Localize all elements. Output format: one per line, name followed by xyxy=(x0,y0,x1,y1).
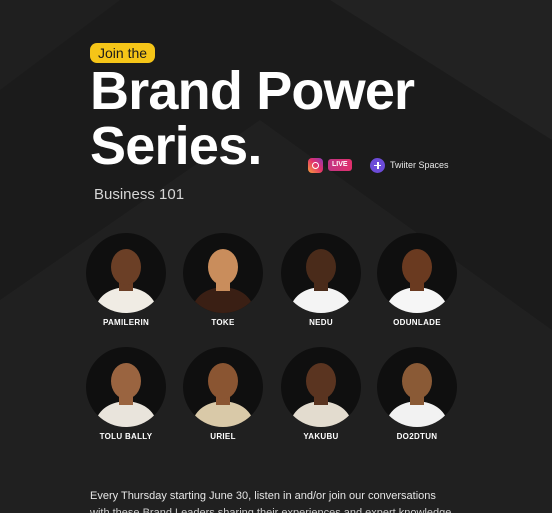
host-card: NEDU xyxy=(279,233,363,327)
join-badge: Join the xyxy=(90,43,156,63)
live-badge: LIVE xyxy=(328,159,352,171)
host-card: ODUNLADE xyxy=(375,233,459,327)
host-card: URIEL xyxy=(181,347,265,441)
description: Every Thursday starting June 30, listen … xyxy=(90,488,490,513)
host-card: TOKE xyxy=(181,233,265,327)
series-title: Brand Power Series. xyxy=(90,61,415,176)
host-card: YAKUBU xyxy=(279,347,363,441)
host-name: TOKE xyxy=(211,318,235,327)
host-name: NEDU xyxy=(309,318,333,327)
host-name: PAMILERIN xyxy=(102,318,150,327)
host-avatar xyxy=(377,233,457,313)
twitter-spaces: Twiiter Spaces xyxy=(370,157,449,173)
host-card: PAMILERIN xyxy=(84,233,168,327)
host-avatar xyxy=(183,233,263,313)
title-line-2: Series. xyxy=(90,116,262,176)
host-avatar xyxy=(86,347,166,427)
twitter-spaces-icon xyxy=(370,157,385,173)
host-avatar xyxy=(86,233,166,313)
host-name: YAKUBU xyxy=(303,432,339,441)
host-name: DO2DTUN xyxy=(396,432,438,441)
subtitle: Business 101 xyxy=(94,186,185,203)
host-avatar xyxy=(377,347,457,427)
description-line-1: Every Thursday starting June 30, listen … xyxy=(90,490,436,502)
host-card: DO2DTUN xyxy=(375,347,459,441)
host-name: URIEL xyxy=(210,432,236,441)
description-line-2: with these Brand Leaders sharing their e… xyxy=(90,507,452,513)
host-name: TOLU BALLY xyxy=(99,432,153,441)
host-card: TOLU BALLY xyxy=(84,347,168,441)
host-avatar xyxy=(281,347,361,427)
host-name: ODUNLADE xyxy=(393,318,441,327)
title-line-1: Brand Power xyxy=(90,61,415,121)
twitter-spaces-label: Twiiter Spaces xyxy=(390,160,449,170)
instagram-icon xyxy=(308,157,323,173)
instagram-live: LIVE xyxy=(308,157,352,173)
host-avatar xyxy=(183,347,263,427)
host-avatar xyxy=(281,233,361,313)
